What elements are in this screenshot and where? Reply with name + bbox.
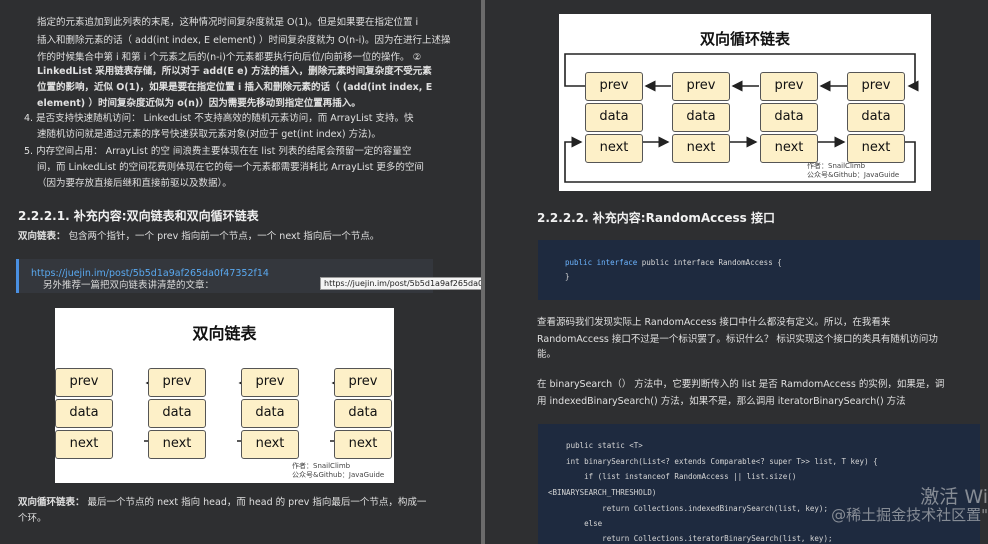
section-heading-random-access: 2.2.2.2. 补充内容:RandomAccess 接口 xyxy=(537,211,775,225)
prev-cell: prev xyxy=(585,72,643,101)
prev-cell: prev xyxy=(847,72,905,101)
prev-cell: prev xyxy=(334,368,392,397)
diagram-credit: 作者：SnailClimb 公众号&Github：JavaGuide xyxy=(292,462,384,480)
para-1-line-2: RandomAccess 接口不过是一个标识罢了。标识什么？ 标识实现这个接口的… xyxy=(537,334,938,345)
para-1-line-1: 查看源码我们发现实际上 RandomAccess 接口中什么都没有定义。所以，在… xyxy=(537,317,891,328)
para-2-line-1: 在 binarySearch（） 方法中，它要判断传入的 list 是否 Ram… xyxy=(537,379,945,390)
list-node-4: prev data next xyxy=(334,368,392,461)
para-1-line-3: 能。 xyxy=(537,349,557,360)
section-heading-double-list: 2.2.2.1. 补充内容:双向链表和双向循环链表 xyxy=(18,209,259,223)
left-page: 指定的元素追加到此列表的末尾，这种情况时间复杂度就是 O(1)。但是如果要在指定… xyxy=(0,0,481,544)
circular-list-label: 双向循环链表： xyxy=(18,497,85,508)
next-cell: next xyxy=(55,430,113,459)
double-linked-list-diagram: 双向链表 prev data next prev data next prev … xyxy=(55,308,394,483)
double-list-text: 包含两个指针，一个 prev 指向前一个节点，一个 next 指向后一个节点。 xyxy=(68,231,380,242)
double-list-paragraph: 双向链表： 包含两个指针，一个 prev 指向前一个节点，一个 next 指向后… xyxy=(18,228,379,246)
diagram-credit: 作者：SnailClimb 公众号&Github：JavaGuide xyxy=(807,162,899,180)
quote-line: 另外推荐一篇把双向链表讲清楚的文章： https://juejin.im/post… xyxy=(31,268,269,291)
circular-linked-list-diagram: 双向循环链表 prev data next prev data next pre… xyxy=(559,14,931,191)
next-cell: next xyxy=(241,430,299,459)
next-cell: next xyxy=(672,134,730,163)
code-text: public interface RandomAccess { xyxy=(641,258,782,267)
circular-node-1: prev data next xyxy=(585,72,643,165)
prev-cell: prev xyxy=(55,368,113,397)
data-cell: data xyxy=(148,399,206,428)
next-cell: next xyxy=(585,134,643,163)
circular-node-4: prev data next xyxy=(847,72,905,165)
credit-account: 公众号&Github：JavaGuide xyxy=(807,171,900,179)
code-line-4: <BINARYSEARCH_THRESHOLD) xyxy=(548,488,657,497)
right-page: 双向循环链表 prev data next prev data next pre… xyxy=(485,0,988,544)
code-line-6: else xyxy=(548,519,603,528)
quote-text: 另外推荐一篇把双向链表讲清楚的文章： xyxy=(43,280,215,291)
data-cell: data xyxy=(334,399,392,428)
data-cell: data xyxy=(241,399,299,428)
code-line-1: public static <T> xyxy=(548,441,643,450)
list-node-3: prev data next xyxy=(241,368,299,461)
prev-cell: prev xyxy=(760,72,818,101)
next-cell: next xyxy=(760,134,818,163)
data-cell: data xyxy=(672,103,730,132)
link-tooltip: https://juejin.im/post/5b5d1a9af265da0f4… xyxy=(320,277,481,290)
prev-cell: prev xyxy=(672,72,730,101)
credit-author: 作者：SnailClimb xyxy=(292,462,351,470)
item-5-line-3: （因为要存放直接后继和直接前驱以及数据）。 xyxy=(37,178,232,189)
data-cell: data xyxy=(760,103,818,132)
data-cell: data xyxy=(585,103,643,132)
list-intro-line-1: 指定的元素追加到此列表的末尾，这种情况时间复杂度就是 O(1)。但是如果要在指定… xyxy=(37,17,419,28)
circular-list-text-2: 个环。 xyxy=(18,513,47,524)
circular-node-2: prev data next xyxy=(672,72,730,165)
code-line-5: return Collections.indexedBinarySearch(l… xyxy=(548,504,828,513)
code-block-interface: public interface public interface Random… xyxy=(538,240,980,300)
circular-list-text-1: 最后一个节点的 next 指向 head，而 head 的 prev 指向最后一… xyxy=(87,497,427,508)
double-list-label: 双向链表： xyxy=(18,231,66,242)
prev-cell: prev xyxy=(148,368,206,397)
credit-account: 公众号&Github：JavaGuide xyxy=(292,471,385,479)
list-node-2: prev data next xyxy=(148,368,206,461)
credit-author: 作者：SnailClimb xyxy=(807,162,866,170)
para-2-line-2: 用 indexedBinarySearch() 方法，如果不是，那么调用 ite… xyxy=(537,396,906,407)
prev-cell: prev xyxy=(241,368,299,397)
code-line-3: if (list instanceof RandomAccess || list… xyxy=(548,472,797,481)
circular-list-paragraph: 双向循环链表： 最后一个节点的 next 指向 head，而 head 的 pr… xyxy=(18,494,426,512)
next-cell: next xyxy=(148,430,206,459)
next-cell: next xyxy=(334,430,392,459)
code-line-2: } xyxy=(565,272,570,281)
code-line-2: int binarySearch(List<? extends Comparab… xyxy=(548,457,878,466)
list-intro-line-2: 插入和删除元素的话（ add(int index, E element) ）时间… xyxy=(37,35,451,46)
circular-node-3: prev data next xyxy=(760,72,818,165)
juejin-watermark: @稀土掘金技术社区置" xyxy=(831,506,988,524)
code-line-7: return Collections.iteratorBinarySearch(… xyxy=(548,534,833,543)
next-cell: next xyxy=(847,134,905,163)
item-4-line-2: 速随机访问就是通过元素的序号快速获取元素对象(对应于 get(int index… xyxy=(37,129,381,140)
code-line-1: public interface public interface Random… xyxy=(565,258,782,267)
data-cell: data xyxy=(847,103,905,132)
data-cell: data xyxy=(55,399,113,428)
code-block-binary-search: public static <T> int binarySearch(List<… xyxy=(538,424,980,544)
list-node-1: prev data next xyxy=(55,368,113,461)
